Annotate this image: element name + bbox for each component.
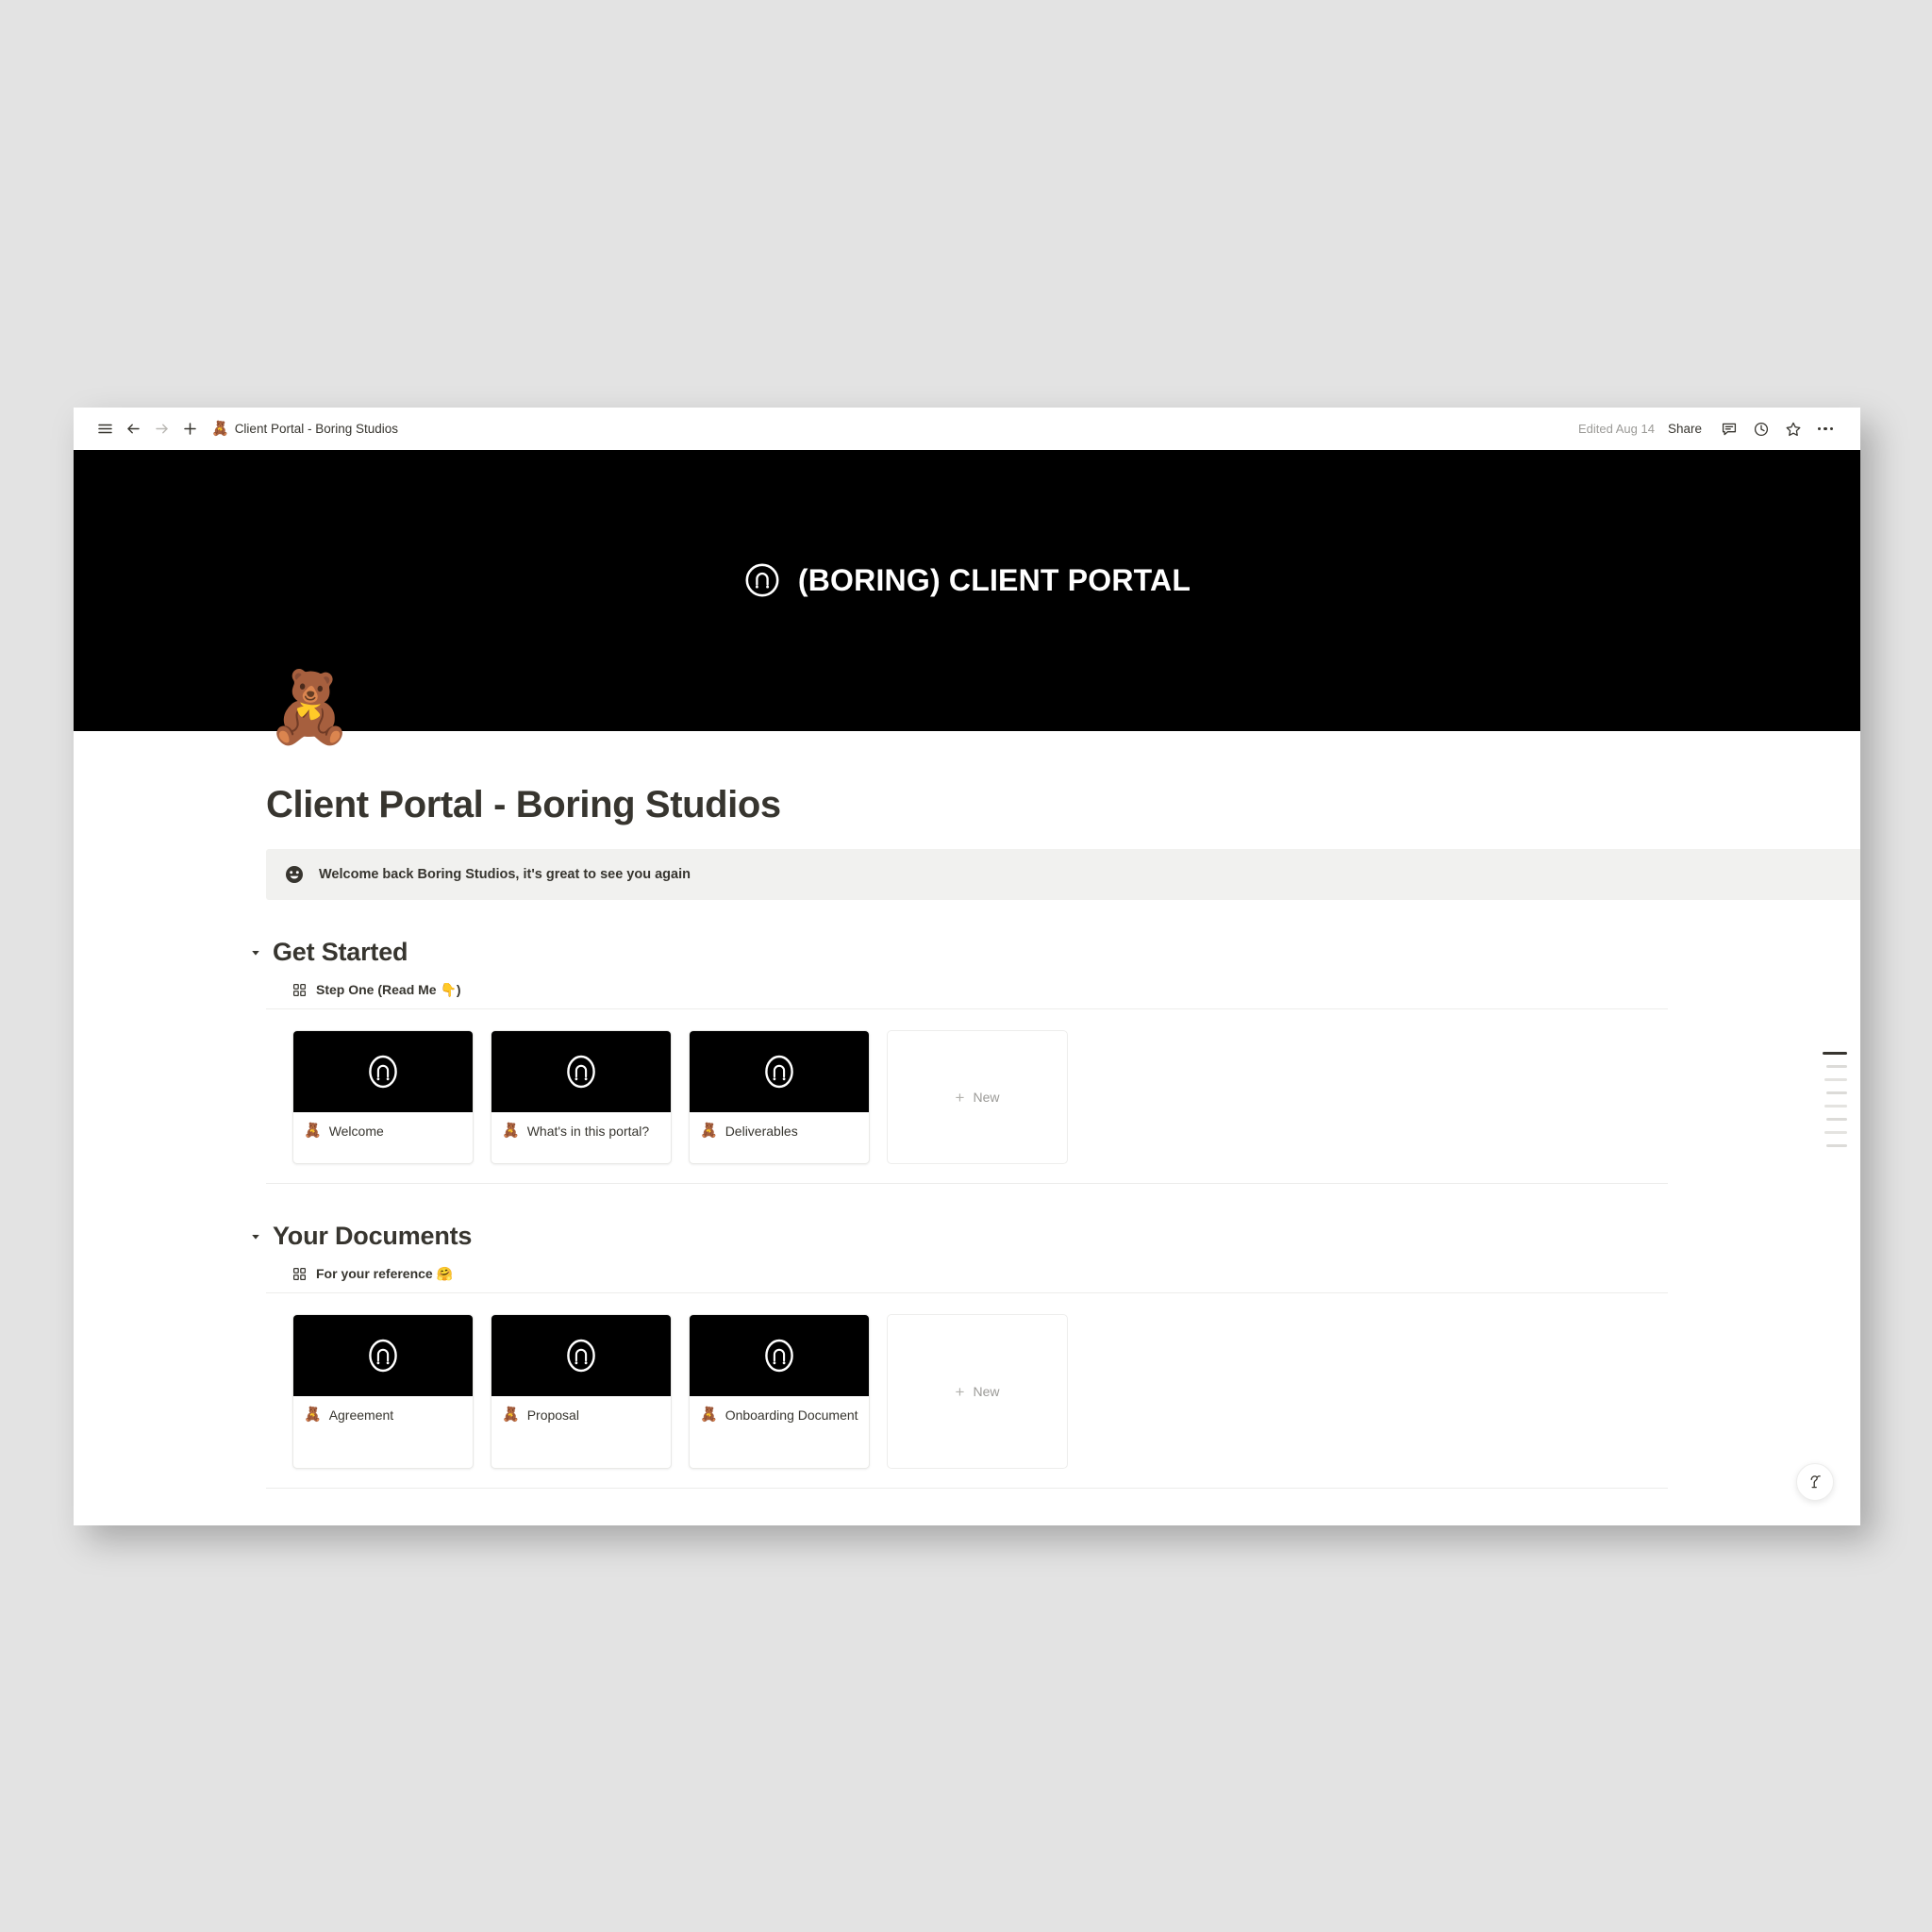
- boring-studios-logo-icon: [743, 561, 781, 599]
- card-title: What's in this portal?: [526, 1124, 650, 1139]
- gallery-card[interactable]: 🧸 Welcome: [292, 1030, 474, 1164]
- card-emoji: 🧸: [502, 1407, 520, 1423]
- top-bar-left-controls: 🧸 Client Portal - Boring Studios: [91, 415, 398, 443]
- section-get-started-header[interactable]: Get Started: [249, 938, 1668, 967]
- share-button[interactable]: Share: [1668, 422, 1702, 436]
- hamburger-menu-icon[interactable]: [91, 415, 119, 443]
- page-body: 🧸 Client Portal - Boring Studios Welcome…: [74, 673, 1860, 1525]
- gallery-view-icon: [292, 983, 307, 997]
- screenshot-stage: 🧸 Client Portal - Boring Studios Edited …: [0, 0, 1932, 1932]
- gallery-card[interactable]: 🧸 Onboarding Document: [689, 1314, 870, 1469]
- help-assistant-icon[interactable]: [1796, 1463, 1834, 1501]
- card-cover: [690, 1315, 869, 1396]
- section-your-documents-header[interactable]: Your Documents: [249, 1222, 1668, 1251]
- section-get-started: Get Started Step One (Read Me 👇) 🧸 Welco…: [252, 938, 1668, 1184]
- page-title[interactable]: Client Portal - Boring Studios: [266, 731, 1668, 826]
- new-card-label: New: [973, 1384, 1000, 1399]
- card-title: Deliverables: [724, 1124, 798, 1139]
- new-card-label: New: [973, 1090, 1000, 1105]
- gallery-card[interactable]: 🧸 What's in this portal?: [491, 1030, 672, 1164]
- toc-indicator-active[interactable]: [1823, 1052, 1847, 1055]
- card-label-row: 🧸 Agreement: [293, 1396, 473, 1468]
- page-content-column: 🧸 Client Portal - Boring Studios Welcome…: [169, 673, 1860, 1489]
- card-label-row: 🧸 Deliverables: [690, 1112, 869, 1163]
- plus-icon: +: [955, 1382, 965, 1401]
- card-cover: [491, 1315, 671, 1396]
- gallery-card[interactable]: 🧸 Agreement: [292, 1314, 474, 1469]
- database-view-header-reference: For your reference 🤗: [266, 1266, 1668, 1293]
- database-view-label[interactable]: Step One (Read Me 👇): [316, 982, 461, 998]
- breadcrumb-emoji: 🧸: [211, 421, 229, 437]
- notion-window: 🧸 Client Portal - Boring Studios Edited …: [74, 408, 1860, 1525]
- welcome-callout: Welcome back Boring Studios, it's great …: [266, 849, 1860, 900]
- card-emoji: 🧸: [502, 1123, 520, 1139]
- section-your-documents-title: Your Documents: [273, 1222, 473, 1250]
- new-card-button[interactable]: + New: [887, 1030, 1068, 1164]
- card-title: Agreement: [328, 1407, 394, 1423]
- database-view-label[interactable]: For your reference 🤗: [316, 1266, 453, 1282]
- arrow-left-icon[interactable]: [119, 415, 147, 443]
- more-options-icon[interactable]: [1811, 415, 1840, 443]
- card-emoji: 🧸: [700, 1407, 718, 1423]
- card-title: Proposal: [526, 1407, 579, 1423]
- arrow-right-icon[interactable]: [147, 415, 175, 443]
- welcome-callout-text: Welcome back Boring Studios, it's great …: [319, 867, 691, 882]
- star-icon[interactable]: [1779, 415, 1807, 443]
- card-cover: [293, 1315, 473, 1396]
- card-title: Onboarding Document: [724, 1407, 858, 1423]
- section-your-documents: Your Documents For your reference 🤗 🧸 Ag…: [252, 1222, 1668, 1489]
- smiley-face-icon: [285, 865, 304, 884]
- toc-indicator[interactable]: [1824, 1131, 1847, 1134]
- card-cover: [293, 1031, 473, 1112]
- clock-history-icon[interactable]: [1747, 415, 1775, 443]
- card-emoji: 🧸: [304, 1123, 322, 1139]
- caret-down-icon[interactable]: [249, 1230, 262, 1243]
- toc-indicator[interactable]: [1826, 1091, 1847, 1094]
- plus-icon: +: [955, 1088, 965, 1107]
- edited-timestamp: Edited Aug 14: [1578, 422, 1655, 436]
- comment-icon[interactable]: [1715, 415, 1743, 443]
- toc-indicator[interactable]: [1826, 1144, 1847, 1147]
- card-label-row: 🧸 Welcome: [293, 1112, 473, 1163]
- table-of-contents-rail[interactable]: [1819, 1052, 1847, 1147]
- cover-brand-title: (BORING) CLIENT PORTAL: [797, 562, 1191, 597]
- database-view-header-step-one: Step One (Read Me 👇): [266, 982, 1668, 1009]
- gallery-step-one: 🧸 Welcome 🧸 What's in this portal? 🧸 Del…: [266, 1009, 1668, 1184]
- breadcrumb-title[interactable]: Client Portal - Boring Studios: [235, 422, 398, 436]
- gallery-your-documents: 🧸 Agreement 🧸 Proposal 🧸 Onboarding Docu…: [266, 1293, 1668, 1489]
- card-cover: [690, 1031, 869, 1112]
- plus-icon[interactable]: [175, 415, 204, 443]
- gallery-card[interactable]: 🧸 Deliverables: [689, 1030, 870, 1164]
- top-bar: 🧸 Client Portal - Boring Studios Edited …: [74, 408, 1860, 450]
- page-icon-emoji[interactable]: 🧸: [266, 673, 353, 742]
- new-card-button[interactable]: + New: [887, 1314, 1068, 1469]
- toc-indicator[interactable]: [1824, 1105, 1847, 1108]
- gallery-view-icon: [292, 1267, 307, 1281]
- toc-indicator[interactable]: [1824, 1078, 1847, 1081]
- card-label-row: 🧸 What's in this portal?: [491, 1112, 671, 1163]
- toc-indicator[interactable]: [1826, 1118, 1847, 1121]
- card-cover: [491, 1031, 671, 1112]
- card-label-row: 🧸 Onboarding Document: [690, 1396, 869, 1468]
- card-title: Welcome: [328, 1124, 384, 1139]
- card-emoji: 🧸: [700, 1123, 718, 1139]
- top-bar-right-controls: Edited Aug 14 Share: [1578, 415, 1840, 443]
- card-emoji: 🧸: [304, 1407, 322, 1423]
- cover-brand-lockup: (BORING) CLIENT PORTAL: [743, 561, 1191, 599]
- section-get-started-title: Get Started: [273, 938, 408, 966]
- card-label-row: 🧸 Proposal: [491, 1396, 671, 1468]
- gallery-card[interactable]: 🧸 Proposal: [491, 1314, 672, 1469]
- toc-indicator[interactable]: [1826, 1065, 1847, 1068]
- caret-down-icon[interactable]: [249, 946, 262, 959]
